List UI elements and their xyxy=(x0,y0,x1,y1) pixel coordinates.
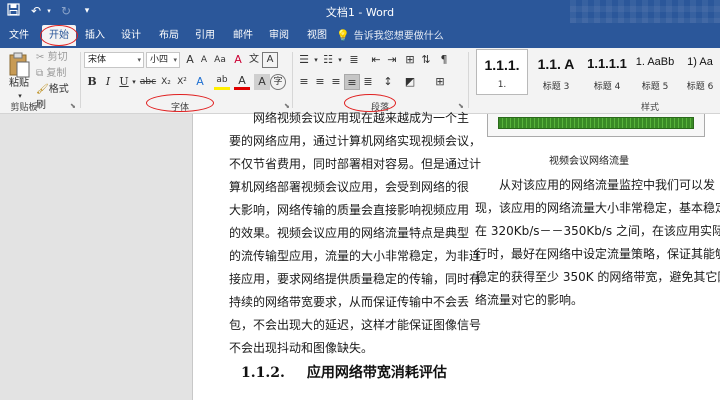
traffic-chart-image xyxy=(487,114,705,137)
shrink-font-icon[interactable]: A xyxy=(196,52,212,68)
copy-button[interactable]: ⧉ 复制 xyxy=(36,66,70,82)
change-case-icon[interactable]: Aa xyxy=(212,52,228,68)
style-item[interactable]: 1. AaBb 标题 5 xyxy=(632,49,678,95)
ribbon: 粘贴 ▾ ✂ 剪切 ⧉ 复制 🖌格式刷 剪贴板 ⬊ 宋体 ▾ 小四 ▾ A A Aa… xyxy=(0,48,720,114)
format-painter-button[interactable]: 🖌格式刷 xyxy=(36,82,78,111)
font-color-icon[interactable]: A xyxy=(234,74,250,90)
tab-view[interactable]: 视图 xyxy=(302,25,332,46)
shading-icon[interactable]: ◩ xyxy=(402,74,418,90)
group-divider xyxy=(468,52,469,108)
clipboard-launcher-icon[interactable]: ⬊ xyxy=(70,102,76,110)
tab-design[interactable]: 设计 xyxy=(116,25,146,46)
phonetic-guide-icon[interactable]: 文 xyxy=(246,52,262,68)
text-line: 大影响，网络传输的质量会直接影响视频应用 xyxy=(229,203,470,217)
show-formatting-marks-icon[interactable]: ¶ xyxy=(436,52,452,68)
distributed-icon[interactable]: ≣ xyxy=(360,74,376,90)
bullets-icon[interactable]: ☰ xyxy=(296,52,312,68)
chevron-down-icon: ▾ xyxy=(137,56,141,64)
text-line: 的效果。视频会议应用的网络流量特点是典型 xyxy=(229,226,470,240)
heading-text: 应用网络带宽消耗评估 xyxy=(306,365,447,381)
styles-group-label: 样式 xyxy=(640,103,659,113)
text-line: 从对该应用的网络流量监控中我们可以发 xyxy=(499,178,716,192)
text-line: 持续的网络带宽要求，从而保证传输中不会丢 xyxy=(229,295,470,309)
tab-file[interactable]: 文件 xyxy=(4,25,34,46)
text-line: 网络视频会议应用现在越来越成为一个主 xyxy=(253,111,470,125)
strikethrough-icon[interactable]: abc xyxy=(138,74,158,90)
tab-mailings[interactable]: 邮件 xyxy=(228,25,258,46)
line-spacing-icon[interactable]: ↕ xyxy=(380,74,396,90)
traffic-bars xyxy=(498,117,694,129)
document-area[interactable]: 网络视频会议应用现在越来越成为一个主 要的网络应用，通过计算机网络实现视频会议，… xyxy=(0,111,720,400)
document-page[interactable]: 网络视频会议应用现在越来越成为一个主 要的网络应用，通过计算机网络实现视频会议，… xyxy=(192,111,720,400)
chinese-layout-icon[interactable]: ⊞ xyxy=(402,52,418,68)
italic-icon[interactable]: I xyxy=(100,74,116,90)
lightbulb-icon: 💡 xyxy=(336,29,350,42)
superscript-icon[interactable]: X² xyxy=(174,74,190,90)
multilevel-list-icon[interactable]: ≣ xyxy=(346,52,362,68)
borders-icon[interactable]: ⊞ xyxy=(432,74,448,90)
highlight-icon[interactable]: ab xyxy=(214,74,230,90)
align-center-icon[interactable]: ≡ xyxy=(312,74,328,90)
sort-icon[interactable]: ⇅ xyxy=(418,52,434,68)
body-paragraph-right: 从对该应用的网络流量监控中我们可以发 现，该应用的网络流量大小非常稳定，基本稳定… xyxy=(475,174,720,312)
text-line: 不仅节省费用，同时部署相对容易。但是通过计 xyxy=(229,157,482,171)
figure-caption: 视频会议网络流量 xyxy=(549,156,629,167)
text-line: 的流传输型应用，流量的大小非常稳定，为非连 xyxy=(229,249,482,263)
style-item[interactable]: 1) Aa 标题 6 xyxy=(680,49,720,95)
text-line: 稳定的获得至少 350K 的网络带宽，避免其它网 xyxy=(475,270,720,284)
format-painter-icon: 🖌 xyxy=(36,84,49,95)
text-line: 算机网络部署视频会议应用，会受到网络的很 xyxy=(229,180,470,194)
numbering-icon[interactable]: ☷ xyxy=(320,52,336,68)
increase-indent-icon[interactable]: ⇥ xyxy=(384,52,400,68)
font-size-combo[interactable]: 小四 ▾ xyxy=(146,52,180,68)
clear-formatting-icon[interactable]: A xyxy=(230,52,246,68)
tell-me-box[interactable]: 💡 告诉我您想要做什么 xyxy=(336,27,444,44)
text-line: 在 320Kb/s－－350Kb/s 之间，在该应用实际运 xyxy=(475,224,720,238)
style-item[interactable]: 1.1. A 标题 3 xyxy=(530,49,582,95)
decrease-indent-icon[interactable]: ⇤ xyxy=(368,52,384,68)
enclose-characters-icon[interactable]: 字 xyxy=(270,74,286,90)
text-line: 络流量对它的影响。 xyxy=(475,293,584,307)
font-name-combo[interactable]: 宋体 ▾ xyxy=(84,52,144,68)
body-paragraph-left: 网络视频会议应用现在越来越成为一个主 要的网络应用，通过计算机网络实现视频会议，… xyxy=(229,107,481,360)
text-line: 接应用，要求网络提供质量稳定的传输，同时有 xyxy=(229,272,482,286)
underline-dropdown-icon[interactable]: ▾ xyxy=(130,74,138,90)
clipboard-group-label: 剪贴板 xyxy=(10,103,38,113)
annotation-oval-home-tab xyxy=(40,25,78,46)
tell-me-text: 告诉我您想要做什么 xyxy=(353,31,444,42)
text-line: 不会出现抖动和图像缺失。 xyxy=(229,341,374,355)
align-right-icon[interactable]: ≡ xyxy=(328,74,344,90)
text-line: 现，该应用的网络流量大小非常稳定，基本稳定 xyxy=(475,201,720,215)
copy-icon: ⧉ xyxy=(36,68,44,79)
align-left-icon[interactable]: ≡ xyxy=(296,74,312,90)
tab-layout[interactable]: 布局 xyxy=(154,25,184,46)
ribbon-tab-row: 文件 开始 插入 设计 布局 引用 邮件 审阅 视图 💡 告诉我您想要做什么 xyxy=(0,23,720,48)
tab-insert[interactable]: 插入 xyxy=(80,25,110,46)
cut-button[interactable]: ✂ 剪切 xyxy=(36,50,70,66)
text-line: 行时，最好在网络中设定流量策略，保证其能够 xyxy=(475,247,720,261)
numbering-dropdown-icon[interactable]: ▾ xyxy=(336,52,344,68)
scissors-icon: ✂ xyxy=(36,52,45,63)
title-bar: ↶ ▾ ↻ ▾ 文档1 - Word xyxy=(0,0,720,48)
text-line: 要的网络应用，通过计算机网络实现视频会议， xyxy=(229,134,482,148)
group-divider xyxy=(292,52,293,108)
style-item[interactable]: 1.1.1. 1. xyxy=(476,49,528,95)
text-effects-icon[interactable]: A xyxy=(192,74,208,90)
character-border-icon[interactable]: A xyxy=(262,52,278,68)
text-line: 包，不会出现大的延迟，这样才能保证图像信号 xyxy=(229,318,482,332)
group-divider xyxy=(80,52,81,108)
heading-number: 1.1.2. xyxy=(241,365,285,381)
subscript-icon[interactable]: X₂ xyxy=(158,74,174,90)
bullets-dropdown-icon[interactable]: ▾ xyxy=(312,52,320,68)
style-item[interactable]: 1.1.1.1 标题 4 xyxy=(584,49,630,95)
tab-review[interactable]: 审阅 xyxy=(264,25,294,46)
bold-icon[interactable]: B xyxy=(84,74,100,90)
chevron-down-icon: ▾ xyxy=(173,56,177,64)
tab-references[interactable]: 引用 xyxy=(190,25,220,46)
justify-icon[interactable]: ≡ xyxy=(344,74,360,90)
character-shading-icon[interactable]: A xyxy=(254,74,270,90)
annotation-oval-font-label xyxy=(146,94,214,112)
section-heading: 1.1.2. 应用网络带宽消耗评估 xyxy=(241,362,447,382)
